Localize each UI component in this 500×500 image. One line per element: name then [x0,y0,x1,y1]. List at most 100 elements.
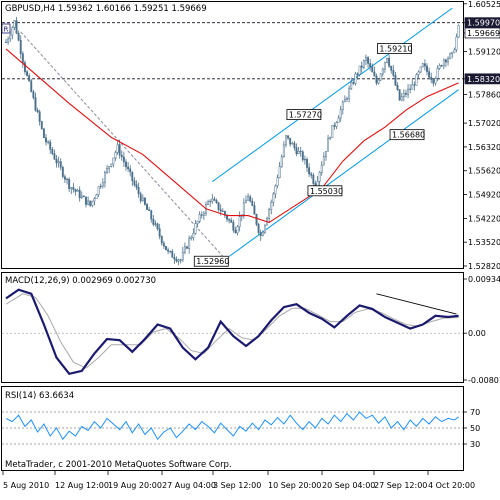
candle-body [234,229,237,234]
candle-body [11,27,14,36]
price-tick-label: 1.59120 [468,48,500,57]
price-tick-label: 1.56320 [468,143,500,152]
candle-body [335,122,338,127]
candle-body [333,125,336,127]
candle-body [251,200,254,206]
rsi-tick-label: 50 [470,424,480,433]
candle-body [167,249,170,252]
candle-body [297,150,300,155]
candle-body [139,193,142,202]
candle-body [419,66,422,73]
candle-body [19,40,22,54]
candle-body [192,233,195,238]
candle-body [95,194,98,199]
candle-body [436,68,439,79]
candle-body [53,153,56,160]
candle-body [308,167,311,175]
candle-body [17,32,20,41]
candle-body [99,185,102,187]
candle-body [421,63,424,68]
candle-body [217,202,220,210]
candle-body [150,210,153,220]
candle-body [411,84,414,90]
candle-body [253,205,256,215]
candle-body [430,76,433,80]
candle-body [405,93,407,95]
candle-body [447,58,450,63]
candle-body [196,221,199,224]
candle-body [415,74,418,86]
candle-body [148,209,151,211]
candle-body [390,65,393,71]
candle-body [285,135,287,146]
candle-body [247,196,250,201]
candle-body [137,187,140,195]
candle-body [120,154,123,158]
candle-body [409,88,412,90]
candle-body [371,66,374,73]
candle-body [160,235,163,244]
corner-label: R [4,26,9,34]
price-label-value: 1.57270 [289,111,322,120]
price-axis: 1.60525 1.599701.59669 1.59120 1.58320 1.578… [463,0,500,271]
price-tick-label: 1.59669 [467,29,500,38]
candle-body [209,201,212,203]
price-label-value: 1.59210 [379,45,412,54]
candle-body [263,224,266,233]
time-tick-label: 10 Sep 20:00 [268,481,321,490]
candle-body [42,128,45,139]
candle-body [219,209,222,212]
candle-body [186,246,188,249]
price-tick-label: 1.52820 [468,262,500,271]
candle-body [143,197,146,205]
candle-body [398,89,401,101]
candle-body [360,65,363,68]
time-tick-label: 27 Aug 04:00 [162,481,216,490]
macd-tick-label: 0.00 [468,329,486,338]
candle-body [295,147,298,155]
candle-body [101,182,104,187]
candle-body [133,180,136,185]
macd-title: MACD(12,26,9) 0.002969 0.002730 [5,276,156,286]
candle-body [97,186,100,196]
candle-body [346,98,348,100]
candle-body [379,73,382,81]
time-tick-label: 19 Aug 20:00 [108,481,162,490]
macd-tick-label: -0.00807 [468,376,500,385]
candle-body [392,70,395,76]
candle-body [432,79,435,84]
candle-body [381,68,384,75]
time-tick-label: 4 Oct 20:00 [428,481,475,490]
candle-body [293,143,296,148]
candle-body [106,167,108,173]
candle-body [179,259,182,261]
candle-body [23,62,26,72]
candle-body [112,157,115,165]
candle-body [85,196,87,205]
candle-body [51,149,54,154]
candle-body [169,250,172,253]
price-title: GBPUSD,H4 1.59362 1.60166 1.59251 1.5966… [5,4,207,14]
candle-body [442,59,445,67]
candle-body [245,200,247,204]
candle-body [21,53,24,63]
candle-body [270,202,273,210]
candle-body [272,193,275,203]
price-tick-label: 1.57860 [468,91,500,100]
candle-body [325,151,327,157]
candle-body [348,88,351,99]
candle-body [287,135,290,139]
candle-body [331,125,334,138]
candle-body [211,198,214,202]
candle-body [26,71,29,76]
time-tick-label: 12 Aug 12:00 [55,481,109,490]
candle-body [428,71,431,78]
candle-body [354,73,357,84]
candle-body [183,246,186,253]
candle-body [108,166,111,169]
candle-body [131,171,134,182]
candle-body [70,187,73,189]
candle-body [329,137,332,139]
candle-body [407,88,410,95]
candle-body [356,73,359,75]
